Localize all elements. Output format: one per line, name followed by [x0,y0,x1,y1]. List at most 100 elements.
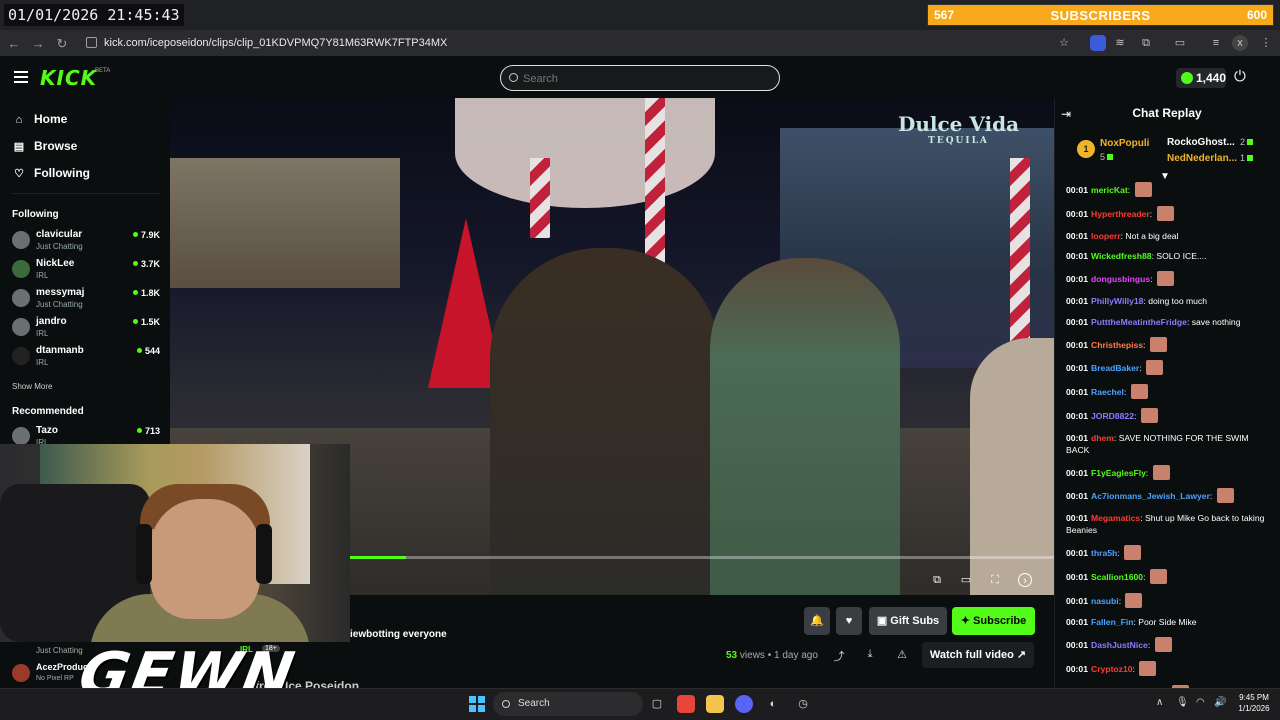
back-icon[interactable]: ← [6,36,22,51]
cast-icon[interactable]: ▭ [1172,35,1188,51]
chat-username[interactable]: JORD8822 [1091,411,1134,421]
url-text: kick.com/iceposeidon/clips/clip_01KDVPMQ… [104,37,448,49]
playback-speed-icon[interactable]: › [1018,573,1032,587]
chat-timestamp: 00:01 [1066,617,1088,628]
kick-logo[interactable]: KICK [40,66,97,90]
chat-username[interactable]: Fallen_Fin [1091,617,1134,627]
show-more-link[interactable]: Show More [12,382,52,391]
search-input[interactable] [523,70,763,87]
volume-icon[interactable]: 🔊 [1214,697,1226,708]
task-view-icon[interactable]: ▢ [648,695,666,713]
system-clock[interactable]: 9:45 PM 1/1/2026 [1232,692,1276,714]
following-channel[interactable]: dtanmanb IRL 544 [12,343,162,371]
microphone-icon[interactable]: 🎙 [1176,697,1189,708]
taskbar-search[interactable]: Search [493,692,643,716]
channel-category: Just Chatting [36,242,83,251]
extensions-puzzle-icon[interactable]: ⧉ [1138,35,1154,51]
clip-title: iewbotting everyone [350,629,447,640]
chat-username[interactable]: DashJustNice [1091,640,1148,650]
following-channel[interactable]: messymaj Just Chatting 1.8K [12,285,162,313]
rank-badge: 1 [1077,140,1095,158]
sidebar-item-browse[interactable]: ▤ Browse [12,139,78,153]
media-controls-icon[interactable]: ≡ [1208,35,1224,51]
chat-username[interactable]: looperr [1091,231,1121,241]
sidebar-item-home[interactable]: ⌂ Home [12,112,68,126]
chat-message: 00:01 Cryptoz10: [1066,660,1272,676]
profile-avatar-icon[interactable]: x [1232,35,1248,51]
kick-coins-balance[interactable]: 1,440 [1176,68,1226,88]
forward-icon[interactable]: → [30,36,46,51]
share-icon[interactable]: ⤴ [832,648,846,663]
user-profile-icon[interactable]: ⏻ [1234,68,1252,86]
chat-username[interactable]: F1yEaglesFly [1091,468,1146,478]
chat-emote-icon [1149,568,1167,584]
chat-username[interactable]: Raechel [1091,387,1124,397]
file-explorer-icon[interactable] [706,695,724,713]
avatar[interactable] [12,664,30,682]
leader-name[interactable]: RockoGhost... [1167,137,1235,148]
gift-subs-button[interactable]: ▣ Gift Subs [869,607,947,635]
chat-username[interactable]: thra5h [1091,548,1117,558]
site-info-icon[interactable] [86,37,97,48]
chat-username[interactable]: Megamatics [1091,513,1140,523]
windows-start-icon[interactable] [469,696,485,712]
chat-username[interactable]: nasubi [1091,596,1119,606]
pinned-toggle-icon[interactable]: ▼ [1160,171,1170,182]
chat-username[interactable]: mericKat [1091,185,1128,195]
clock-app-icon[interactable]: ◷ [794,695,812,713]
discord-icon[interactable] [735,695,753,713]
chat-message: 00:01 Fallen_Fin: Poor Side Mike [1066,617,1197,628]
channel-category: Just Chatting [36,646,83,655]
chat-username[interactable]: Christhepiss [1091,340,1143,350]
chat-username[interactable]: Scallion1600 [1091,572,1143,582]
chat-username[interactable]: Hyperthreader [1091,209,1150,219]
extension-audio-icon[interactable]: ≋ [1112,35,1128,51]
subscribe-button[interactable]: ✦ Subscribe [952,607,1035,635]
leader-name[interactable]: NoxPopuli [1100,138,1149,149]
chat-message: 00:01 mericKat: [1066,182,1272,197]
download-icon[interactable]: ⤓ [863,648,877,662]
chat-username[interactable]: Ac7ionmans_Jewish_Lawyer [1091,491,1210,501]
theater-mode-icon[interactable]: ▭ [959,573,973,587]
tray-overflow-icon[interactable]: ∧ [1156,697,1163,708]
chat-username[interactable]: dongusbingus [1091,274,1150,284]
following-channel[interactable]: clavicular Just Chatting 7.9K [12,227,162,255]
search-icon [502,700,510,708]
chat-timestamp: 00:01 [1066,663,1088,674]
bookmark-star-icon[interactable]: ☆ [1056,35,1072,51]
chat-username[interactable]: Cryptoz10 [1091,664,1133,674]
follow-heart-button[interactable]: ♥ [836,607,862,635]
leader-name[interactable]: NedNederlan... [1167,153,1237,164]
following-channel[interactable]: NickLee IRL 3.7K [12,256,162,284]
chat-timestamp: 00:01 [1066,387,1088,398]
chat-username[interactable]: BreadBaker [1091,363,1139,373]
menu-hamburger-icon[interactable] [14,71,28,83]
chat-username[interactable]: PutttheMeatintheFridge [1091,317,1187,327]
browser-menu-icon[interactable]: ⋮ [1258,35,1274,51]
coins-value: 1,440 [1196,71,1227,85]
miniplayer-icon[interactable]: ⧉ [930,573,944,587]
channel-name: Tazo [36,425,59,436]
notification-bell-button[interactable]: 🔔 [804,607,830,635]
following-channel[interactable]: jandro IRL 1.5K [12,314,162,342]
sidebar-item-following[interactable]: ♡ Following [12,166,90,180]
extension-icon[interactable] [1090,35,1106,51]
fullscreen-icon[interactable]: ⛶ [988,573,1002,587]
live-dot-icon [132,319,138,324]
chat-username[interactable]: Wickedfresh88 [1091,251,1152,261]
chat-username[interactable]: PhillyWilly18 [1091,296,1143,306]
avatar [12,347,30,365]
live-dot-icon [132,290,138,295]
live-dot-icon [136,348,142,353]
app-icon[interactable]: ◐ [764,695,782,713]
network-icon[interactable]: ◠ [1196,697,1205,708]
video-progress-bar[interactable] [350,556,1054,559]
watch-full-video-button[interactable]: Watch full video ↗ [922,642,1034,668]
site-search[interactable] [500,65,780,91]
chat-message: 00:01 Megamatics: Shut up Mike Go back to… [1066,513,1265,536]
report-icon[interactable]: ⚠ [895,648,909,662]
chrome-icon[interactable] [677,695,695,713]
address-bar[interactable]: kick.com/iceposeidon/clips/clip_01KDVPMQ… [84,33,1084,53]
reload-icon[interactable]: ↻ [54,36,70,52]
chat-username[interactable]: dhem [1091,433,1114,443]
